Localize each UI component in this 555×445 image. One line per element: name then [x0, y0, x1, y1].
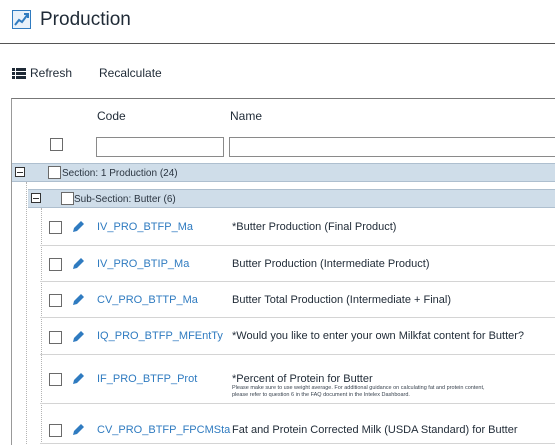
row-name: *Butter Production (Final Product): [232, 221, 397, 233]
table-row[interactable]: IV_PRO_BTFP_Ma *Butter Production (Final…: [40, 209, 555, 246]
row-checkbox[interactable]: [49, 258, 62, 271]
collapse-subsection-icon[interactable]: [31, 193, 41, 203]
row-code-link[interactable]: CV_PRO_BTFP_FPCMSta: [97, 424, 230, 436]
pencil-icon[interactable]: [72, 330, 85, 343]
row-checkbox[interactable]: [49, 373, 62, 386]
recalculate-button[interactable]: Recalculate: [99, 66, 162, 80]
code-filter-input[interactable]: [96, 137, 224, 157]
row-checkbox[interactable]: [49, 331, 62, 344]
column-header-name[interactable]: Name: [230, 109, 262, 123]
tree-guide-line: [26, 182, 27, 445]
pencil-icon[interactable]: [72, 293, 85, 306]
section-label: Section: 1 Production (24): [62, 168, 178, 179]
row-note: Please make sure to use weight average. …: [232, 385, 485, 391]
row-checkbox[interactable]: [49, 294, 62, 307]
collapse-section-icon[interactable]: [15, 167, 25, 177]
section-group-row[interactable]: Section: 1 Production (24): [12, 163, 555, 182]
chart-up-icon: [12, 10, 31, 29]
table-row[interactable]: IQ_PRO_BTFP_MFEntTy *Would you like to e…: [40, 318, 555, 355]
row-code-link[interactable]: CV_PRO_BTTP_Ma: [97, 294, 198, 306]
refresh-label: Refresh: [30, 66, 73, 80]
pencil-icon[interactable]: [72, 372, 85, 385]
select-all-checkbox[interactable]: [50, 138, 63, 151]
row-code-link[interactable]: IQ_PRO_BTFP_MFEntTy: [97, 330, 223, 342]
recalculate-label: Recalculate: [99, 66, 162, 80]
refresh-button[interactable]: Refresh: [12, 66, 72, 80]
row-name: *Would you like to enter your own Milkfa…: [232, 330, 525, 342]
row-name: *Percent of Protein for Butter: [232, 373, 373, 385]
subsection-checkbox[interactable]: [61, 192, 74, 205]
row-note: please refer to question 6 in the FAQ do…: [232, 392, 410, 398]
pencil-icon[interactable]: [72, 423, 85, 436]
row-name: Butter Total Production (Intermediate + …: [232, 294, 451, 306]
row-name: Butter Production (Intermediate Product): [232, 258, 430, 270]
row-code-link[interactable]: IV_PRO_BTIP_Ma: [97, 258, 189, 270]
name-filter-input[interactable]: [229, 137, 555, 157]
table-row[interactable]: CV_PRO_BTFP_FPCMSta Fat and Protein Corr…: [40, 404, 555, 444]
subsection-group-row[interactable]: Sub-Section: Butter (6): [28, 189, 555, 208]
page-title: Production: [40, 9, 131, 30]
row-code-link[interactable]: IV_PRO_BTFP_Ma: [97, 221, 193, 233]
section-checkbox[interactable]: [48, 166, 61, 179]
title-bar: Production: [0, 0, 555, 44]
pencil-icon[interactable]: [72, 257, 85, 270]
subsection-label: Sub-Section: Butter (6): [74, 194, 176, 205]
toolbar: Refresh Recalculate: [0, 64, 555, 82]
table-row[interactable]: IF_PRO_BTFP_Prot *Percent of Protein for…: [40, 355, 555, 404]
list-icon: [12, 67, 26, 79]
pencil-icon[interactable]: [72, 220, 85, 233]
data-grid: Code Name Section: 1 Production (24) Sub…: [11, 98, 555, 445]
row-code-link[interactable]: IF_PRO_BTFP_Prot: [97, 373, 197, 385]
row-checkbox[interactable]: [49, 221, 62, 234]
table-row[interactable]: IV_PRO_BTIP_Ma Butter Production (Interm…: [40, 246, 555, 282]
row-name: Fat and Protein Corrected Milk (USDA Sta…: [232, 424, 518, 436]
row-checkbox[interactable]: [49, 424, 62, 437]
column-header-code[interactable]: Code: [97, 109, 126, 123]
table-row[interactable]: CV_PRO_BTTP_Ma Butter Total Production (…: [40, 282, 555, 318]
